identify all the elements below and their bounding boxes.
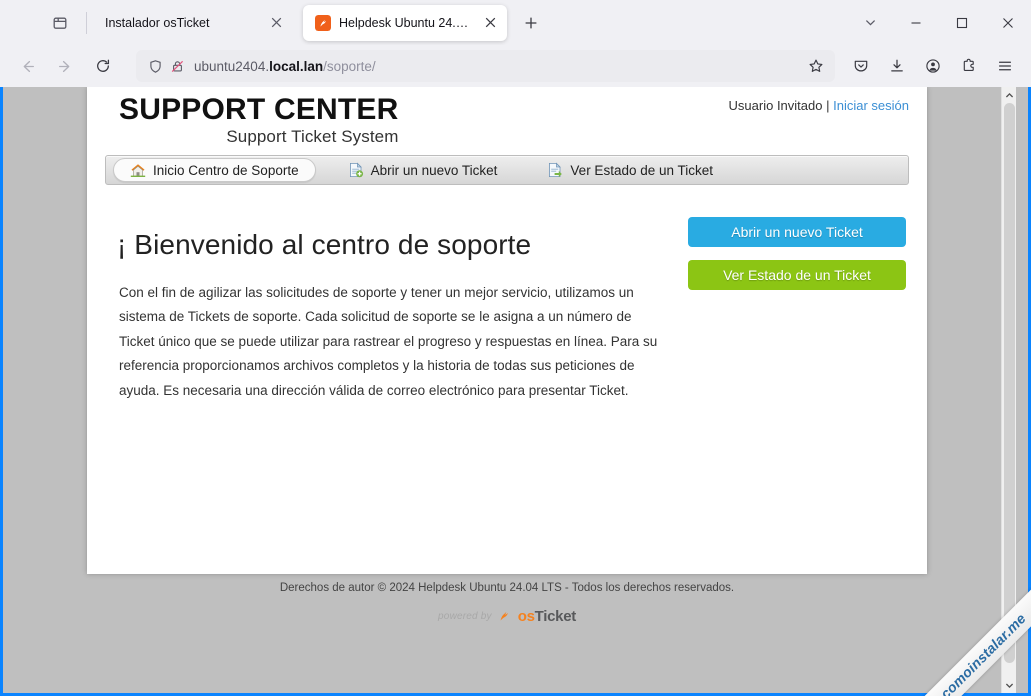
page-footer: Derechos de autor © 2024 Helpdesk Ubuntu… <box>87 582 927 627</box>
navtab-new-ticket[interactable]: Abrir un nuevo Ticket <box>334 158 512 182</box>
url-path: /soporte/ <box>323 58 376 74</box>
kangaroo-icon <box>496 606 514 627</box>
navigation-toolbar: ubuntu2404.local.lan/soporte/ <box>0 45 1031 87</box>
tab-strip: Instalador osTicket Helpdesk Ubuntu 24.0… <box>0 0 1031 45</box>
page-subtitle: Support Ticket System <box>226 126 399 146</box>
pocket-icon[interactable] <box>845 50 877 82</box>
guest-user-label: Usuario Invitado <box>728 98 823 113</box>
close-icon[interactable] <box>985 3 1031 43</box>
vertical-scrollbar[interactable] <box>1001 87 1016 693</box>
navtab-ticket-status[interactable]: Ver Estado de un Ticket <box>533 158 727 182</box>
tab-list-icon[interactable] <box>40 7 80 39</box>
osticket-logo: os Ticket <box>518 608 576 625</box>
tab-title: Helpdesk Ubuntu 24.04 LTS <box>339 15 473 30</box>
browser-tab-2[interactable]: Helpdesk Ubuntu 24.04 LTS <box>303 4 507 41</box>
site-navigation: Inicio Centro de Soporte Abrir un nuevo … <box>105 155 909 185</box>
logo-ticket: Ticket <box>534 608 577 625</box>
back-arrow-icon[interactable] <box>10 50 44 82</box>
navtab-label: Abrir un nuevo Ticket <box>370 162 498 178</box>
tab-title: Instalador osTicket <box>105 15 210 30</box>
welcome-paragraph: Con el fin de agilizar las solicitudes d… <box>119 285 658 398</box>
browser-window: Instalador osTicket Helpdesk Ubuntu 24.0… <box>0 0 1031 696</box>
user-status-bar: Usuario Invitado | Iniciar sesión <box>729 98 909 113</box>
chevron-down-icon[interactable] <box>847 3 893 43</box>
powered-by: powered by os Ticket <box>87 606 927 627</box>
lock-crossed-icon[interactable] <box>166 55 188 77</box>
downloads-icon[interactable] <box>881 50 913 82</box>
navtab-label: Ver Estado de un Ticket <box>570 162 714 178</box>
page-viewport: SUPPORT CENTER Support Ticket System Usu… <box>0 87 1031 696</box>
copyright-text: Derechos de autor © 2024 Helpdesk Ubuntu… <box>279 582 735 594</box>
action-buttons: Abrir un nuevo Ticket Ver Estado de un T… <box>688 217 908 290</box>
site-branding: SUPPORT CENTER Support Ticket System <box>119 94 399 147</box>
url-subdomain: ubuntu2404. <box>194 58 270 74</box>
star-icon[interactable] <box>803 53 829 79</box>
login-link[interactable]: Iniciar sesión <box>833 98 909 113</box>
check-ticket-status-button[interactable]: Ver Estado de un Ticket <box>688 260 906 290</box>
reload-icon[interactable] <box>86 50 120 82</box>
extensions-icon[interactable] <box>953 50 985 82</box>
page-title: SUPPORT CENTER <box>119 93 399 126</box>
support-center-card: SUPPORT CENTER Support Ticket System Usu… <box>87 87 927 574</box>
osticket-kangaroo-icon <box>315 14 331 31</box>
scroll-up-icon[interactable] <box>1002 87 1016 103</box>
maximize-icon[interactable] <box>939 3 985 43</box>
logo-os: os <box>517 608 535 625</box>
url-domain: local.lan <box>269 58 324 74</box>
new-ticket-icon <box>348 162 364 178</box>
window-controls <box>847 0 1031 45</box>
powered-by-label: powered by <box>438 611 492 622</box>
navtab-label: Inicio Centro de Soporte <box>153 162 299 178</box>
close-icon[interactable] <box>265 12 287 34</box>
web-page: SUPPORT CENTER Support Ticket System Usu… <box>3 87 1016 693</box>
shield-icon[interactable] <box>144 55 166 77</box>
minimize-icon[interactable] <box>893 3 939 43</box>
scroll-down-icon[interactable] <box>1002 677 1016 693</box>
home-icon <box>130 162 146 178</box>
welcome-heading: ¡ Bienvenido al centro de soporte <box>117 229 532 260</box>
scrollbar-thumb[interactable] <box>1004 103 1015 663</box>
navtab-home[interactable]: Inicio Centro de Soporte <box>113 158 316 182</box>
tab-separator <box>86 11 87 34</box>
url-text: ubuntu2404.local.lan/soporte/ <box>188 59 803 74</box>
separator: | <box>826 98 830 113</box>
close-icon[interactable] <box>479 12 501 34</box>
account-icon[interactable] <box>917 50 949 82</box>
url-bar[interactable]: ubuntu2404.local.lan/soporte/ <box>136 50 835 82</box>
ticket-status-icon <box>547 162 563 178</box>
open-new-ticket-button[interactable]: Abrir un nuevo Ticket <box>688 217 906 247</box>
browser-tab-1[interactable]: Instalador osTicket <box>93 5 293 41</box>
forward-arrow-icon[interactable] <box>48 50 82 82</box>
application-menu-icon[interactable] <box>989 50 1021 82</box>
new-tab-button[interactable] <box>515 7 547 39</box>
